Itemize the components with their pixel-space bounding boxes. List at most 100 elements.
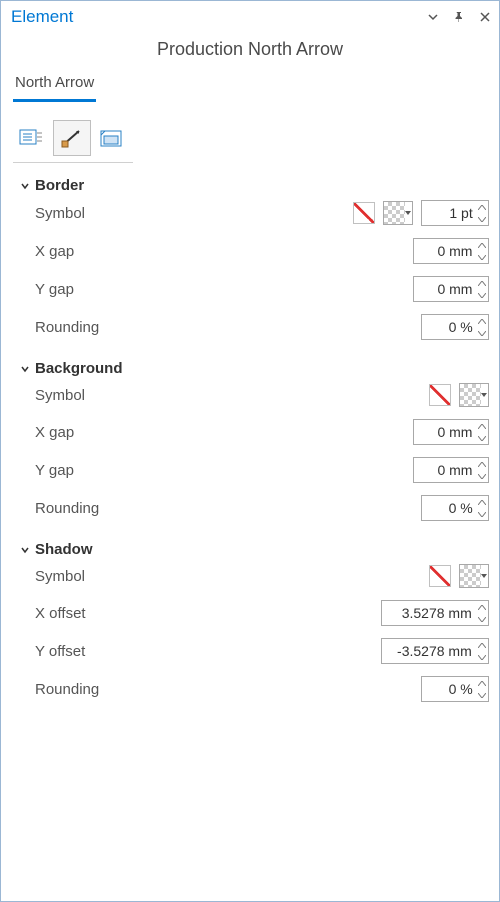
border-xgap-input[interactable] <box>414 239 476 263</box>
close-icon[interactable] <box>477 9 493 25</box>
shadow-yoffset-spinner[interactable] <box>381 638 489 664</box>
border-ygap-spinner[interactable] <box>413 276 489 302</box>
shadow-symbol-label: Symbol <box>19 568 429 585</box>
border-xgap-row: X gap <box>19 232 489 270</box>
background-symbol-row: Symbol <box>19 377 489 413</box>
options-chevron-icon[interactable] <box>425 9 441 25</box>
spin-down-icon[interactable] <box>476 251 488 263</box>
border-size-input[interactable] <box>422 201 477 225</box>
border-xgap-spinner[interactable] <box>413 238 489 264</box>
dropdown-arrow-icon <box>481 384 488 406</box>
spin-up-icon[interactable] <box>476 420 488 432</box>
border-size-spinner[interactable] <box>421 200 489 226</box>
spin-down-icon[interactable] <box>477 508 488 520</box>
spin-down-icon[interactable] <box>476 613 488 625</box>
background-fill-dropdown[interactable] <box>459 383 489 407</box>
shadow-xoffset-row: X offset <box>19 594 489 632</box>
mode-icon-strip <box>1 102 499 160</box>
background-ygap-row: Y gap <box>19 451 489 489</box>
checker-icon <box>460 565 481 587</box>
section-shadow: Shadow Symbol X offset Y offset <box>1 527 499 708</box>
mode-placement-icon[interactable] <box>93 120 131 156</box>
background-ygap-label: Y gap <box>19 462 413 479</box>
section-border-title: Border <box>35 177 84 194</box>
spin-up-icon[interactable] <box>477 201 488 213</box>
section-background-header[interactable]: Background <box>19 360 489 377</box>
spin-down-icon[interactable] <box>477 213 488 225</box>
background-symbol-label: Symbol <box>19 387 429 404</box>
section-background: Background Symbol X gap Y gap <box>1 346 499 527</box>
shadow-rounding-label: Rounding <box>19 681 421 698</box>
chevron-down-icon <box>19 363 31 375</box>
border-color-swatch[interactable] <box>353 202 375 224</box>
border-ygap-label: Y gap <box>19 281 413 298</box>
pin-icon[interactable] <box>451 9 467 25</box>
tab-bar: North Arrow <box>1 70 499 102</box>
border-rounding-row: Rounding <box>19 308 489 346</box>
border-fill-dropdown[interactable] <box>383 201 413 225</box>
shadow-xoffset-input[interactable] <box>382 601 476 625</box>
chevron-down-icon <box>19 544 31 556</box>
spin-down-icon[interactable] <box>477 327 488 339</box>
checker-icon <box>384 202 405 224</box>
spin-up-icon[interactable] <box>477 677 488 689</box>
spin-up-icon[interactable] <box>477 496 488 508</box>
background-rounding-label: Rounding <box>19 500 421 517</box>
spin-up-icon[interactable] <box>476 277 488 289</box>
mode-options-icon[interactable] <box>13 120 51 156</box>
dropdown-arrow-icon <box>405 202 412 224</box>
spin-up-icon[interactable] <box>477 315 488 327</box>
element-name: Production North Arrow <box>1 33 499 70</box>
spin-up-icon[interactable] <box>476 601 488 613</box>
tab-north-arrow[interactable]: North Arrow <box>13 70 96 102</box>
section-background-title: Background <box>35 360 123 377</box>
border-symbol-row: Symbol <box>19 194 489 232</box>
background-xgap-row: X gap <box>19 413 489 451</box>
shadow-yoffset-label: Y offset <box>19 643 381 660</box>
shadow-rounding-row: Rounding <box>19 670 489 708</box>
section-shadow-header[interactable]: Shadow <box>19 541 489 558</box>
spin-up-icon[interactable] <box>476 458 488 470</box>
background-rounding-input[interactable] <box>422 496 477 520</box>
border-xgap-label: X gap <box>19 243 413 260</box>
shadow-rounding-input[interactable] <box>422 677 477 701</box>
background-xgap-input[interactable] <box>414 420 476 444</box>
background-ygap-spinner[interactable] <box>413 457 489 483</box>
spin-up-icon[interactable] <box>476 639 488 651</box>
shadow-yoffset-row: Y offset <box>19 632 489 670</box>
border-rounding-input[interactable] <box>422 315 477 339</box>
background-xgap-label: X gap <box>19 424 413 441</box>
shadow-rounding-spinner[interactable] <box>421 676 489 702</box>
border-ygap-input[interactable] <box>414 277 476 301</box>
spin-down-icon[interactable] <box>477 689 488 701</box>
background-rounding-row: Rounding <box>19 489 489 527</box>
background-color-swatch[interactable] <box>429 384 451 406</box>
shadow-color-swatch[interactable] <box>429 565 451 587</box>
spin-up-icon[interactable] <box>476 239 488 251</box>
border-rounding-spinner[interactable] <box>421 314 489 340</box>
chevron-down-icon <box>19 180 31 192</box>
mode-display-icon[interactable] <box>53 120 91 156</box>
section-shadow-title: Shadow <box>35 541 93 558</box>
section-border-header[interactable]: Border <box>19 177 489 194</box>
border-rounding-label: Rounding <box>19 319 421 336</box>
spin-down-icon[interactable] <box>476 470 488 482</box>
shadow-yoffset-input[interactable] <box>382 639 476 663</box>
spin-down-icon[interactable] <box>476 651 488 663</box>
checker-icon <box>460 384 481 406</box>
border-ygap-row: Y gap <box>19 270 489 308</box>
shadow-xoffset-label: X offset <box>19 605 381 622</box>
background-xgap-spinner[interactable] <box>413 419 489 445</box>
shadow-symbol-row: Symbol <box>19 558 489 594</box>
border-symbol-label: Symbol <box>19 205 353 222</box>
spin-down-icon[interactable] <box>476 432 488 444</box>
shadow-fill-dropdown[interactable] <box>459 564 489 588</box>
background-ygap-input[interactable] <box>414 458 476 482</box>
section-border: Border Symbol X gap Y gap <box>1 163 499 346</box>
spin-down-icon[interactable] <box>476 289 488 301</box>
titlebar: Element <box>1 1 499 33</box>
panel-title: Element <box>11 7 425 27</box>
background-rounding-spinner[interactable] <box>421 495 489 521</box>
shadow-xoffset-spinner[interactable] <box>381 600 489 626</box>
titlebar-controls <box>425 9 493 25</box>
